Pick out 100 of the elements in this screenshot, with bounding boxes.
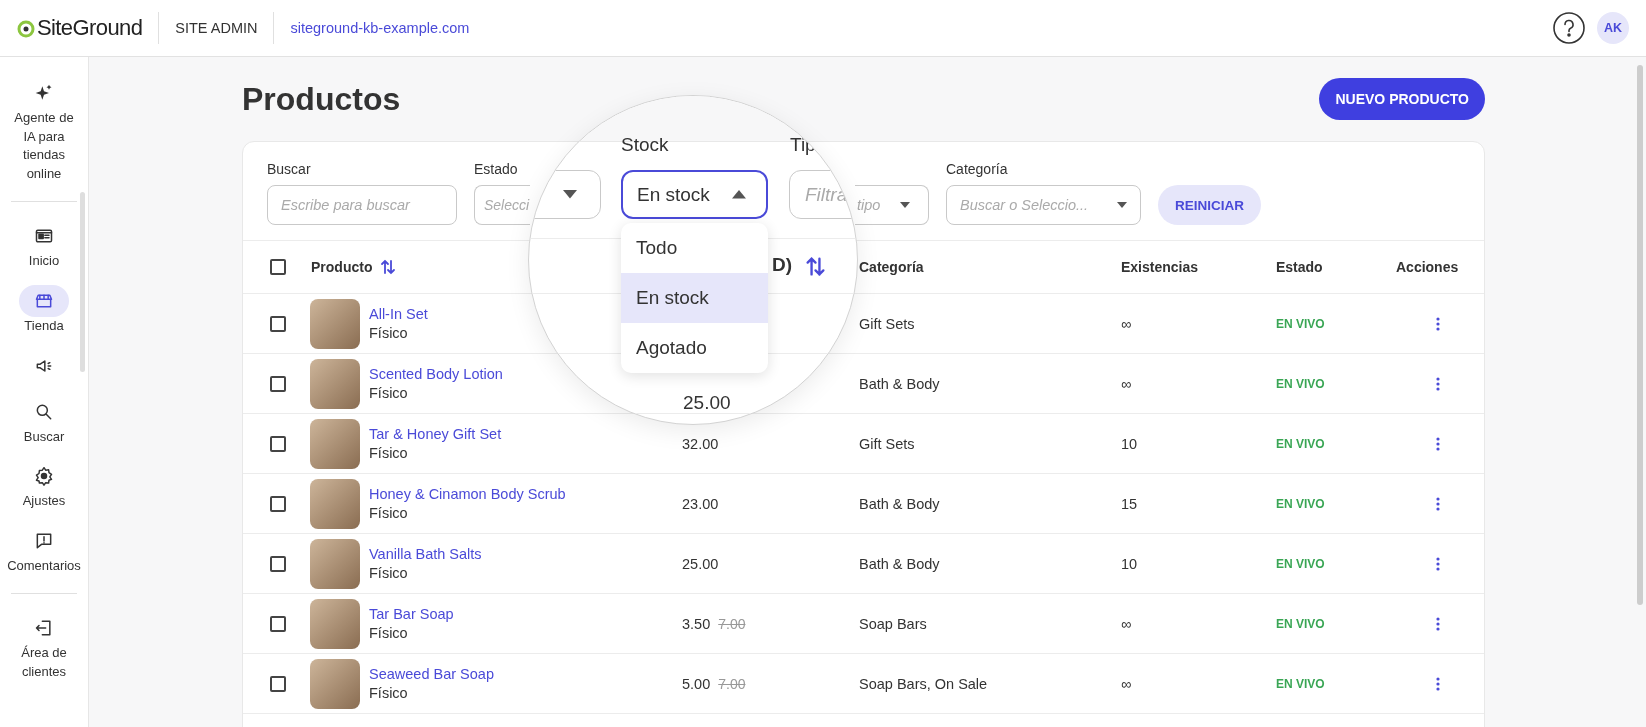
dropdown-option[interactable]: En stock [621,273,768,323]
sidebar-item[interactable]: Comentarios [7,524,81,576]
stock-cell-text: 10 [1121,435,1139,452]
sidebar-item[interactable]: Buscar [7,395,81,447]
nav-label: Agente de IA para tiendas online [13,109,75,183]
row-checkbox[interactable] [270,375,286,392]
product-type: Físico [369,565,409,581]
product-type: Físico [369,625,409,641]
price: 25.00 [683,392,731,414]
nav-label: Inicio [27,252,61,271]
product-link[interactable]: Tar & Honey Gift Set [369,426,502,442]
new-product-button[interactable]: NUEVO PRODUCTO [1319,78,1485,120]
product-link[interactable]: Scented Body Lotion [369,366,503,382]
product-link[interactable]: Tar Bar Soap [369,606,454,622]
select-all-checkbox[interactable] [270,259,286,275]
category-cell-text: Bath & Body [859,555,941,572]
dropdown-option[interactable]: Todo [621,223,768,273]
row-checkbox[interactable] [270,555,286,572]
scrollbar[interactable] [80,192,85,372]
sidebar-item[interactable]: Ajustes [7,460,81,511]
filter-label: Buscar [267,161,312,178]
sidebar-item[interactable]: Tienda [7,284,81,336]
logo-icon [17,18,35,38]
nav-label: Comentarios [7,556,81,575]
category-cell-text: Bath & Body [859,495,941,512]
logo-text: SiteGround [37,15,143,41]
reset-button[interactable]: REINICIAR [1158,185,1261,225]
product-link[interactable]: Vanilla Bath Salts [369,546,482,562]
stock-select[interactable]: En stock [621,170,768,219]
stock-cell-text: 15 [1121,495,1139,512]
more-icon[interactable] [1436,616,1440,631]
status-label: EN VIVO [1276,496,1326,511]
dropdown-option[interactable]: Agotado [621,323,768,373]
nav-label: Ajustes [21,492,67,511]
more-icon[interactable] [1436,376,1440,391]
category-cell-text: Soap Bars [859,615,928,632]
stock-cell-text: ∞ [1121,375,1133,392]
column-header: Existencias [1121,259,1199,275]
stock-cell-text: ∞ [1121,675,1133,692]
column-header: Estado [1276,259,1323,275]
sort-icon[interactable] [805,256,826,277]
scrollbar[interactable] [1637,65,1643,605]
product-type: Físico [369,685,409,701]
sidebar-item[interactable]: Área de clientes [7,612,81,682]
old-price: 7.00 [718,615,746,632]
photo-placeholder [310,418,360,469]
more-icon[interactable] [1436,676,1440,691]
caret-icon [563,190,577,199]
filter-label: Estado [474,161,519,178]
sidebar-item[interactable]: Agente de IA para tiendas online [7,77,81,184]
caret-icon [900,202,910,208]
filter-label: Categoría [946,161,1009,178]
photo-placeholder [310,598,360,649]
domain-link[interactable]: siteground-kb-example.com [290,20,470,36]
product-type: Físico [369,385,409,401]
status-label: EN VIVO [1276,616,1326,631]
gear-icon [34,466,54,487]
help-icon[interactable] [1553,12,1585,44]
product-type: Físico [369,325,409,341]
price: 23.00 [682,495,719,512]
row-checkbox[interactable] [270,495,286,512]
filter-label: Stock [621,134,669,156]
status-label: EN VIVO [1276,316,1326,331]
more-icon[interactable] [1436,496,1440,511]
photo-placeholder [310,298,360,349]
more-icon[interactable] [1436,556,1440,571]
photo-placeholder [310,358,360,409]
sidebar-item[interactable]: Inicio [7,220,81,271]
price: 3.50 [682,615,711,632]
status-label: EN VIVO [1276,376,1326,391]
category-cell-text: Gift Sets [859,435,916,452]
user-avatar[interactable]: AK [1597,12,1629,44]
photo-placeholder [310,658,360,709]
stock-cell-text: ∞ [1121,315,1133,332]
product-link[interactable]: Honey & Cinamon Body Scrub [369,486,566,502]
status-label: EN VIVO [1276,676,1326,691]
status-label: EN VIVO [1276,556,1326,571]
stock-cell-text: 10 [1121,555,1139,572]
row-checkbox[interactable] [270,675,286,692]
caret-icon [1117,202,1127,208]
product-link[interactable]: Seaweed Bar Soap [369,666,494,682]
nav-label: Buscar [22,427,66,446]
price: 5.00 [682,675,711,692]
category-cell-text: Gift Sets [859,315,916,332]
stock-cell-text: ∞ [1121,615,1133,632]
category-cell-text: Bath & Body [859,375,941,392]
photo-placeholder [310,538,360,589]
more-icon[interactable] [1436,316,1440,331]
row-checkbox[interactable] [270,435,286,452]
category-cell-text: Soap Bars, On Sale [859,675,989,692]
row-checkbox[interactable] [270,615,286,632]
column-header: Producto [311,259,373,275]
more-icon[interactable] [1436,436,1440,451]
row-checkbox[interactable] [270,315,286,332]
section-title: SITE ADMIN [175,20,258,36]
page-title: Productos [242,80,401,118]
column-header: D) [772,254,793,276]
product-link[interactable]: All-In Set [369,306,428,322]
product-type: Físico [369,445,409,461]
sort-icon[interactable] [380,259,397,275]
